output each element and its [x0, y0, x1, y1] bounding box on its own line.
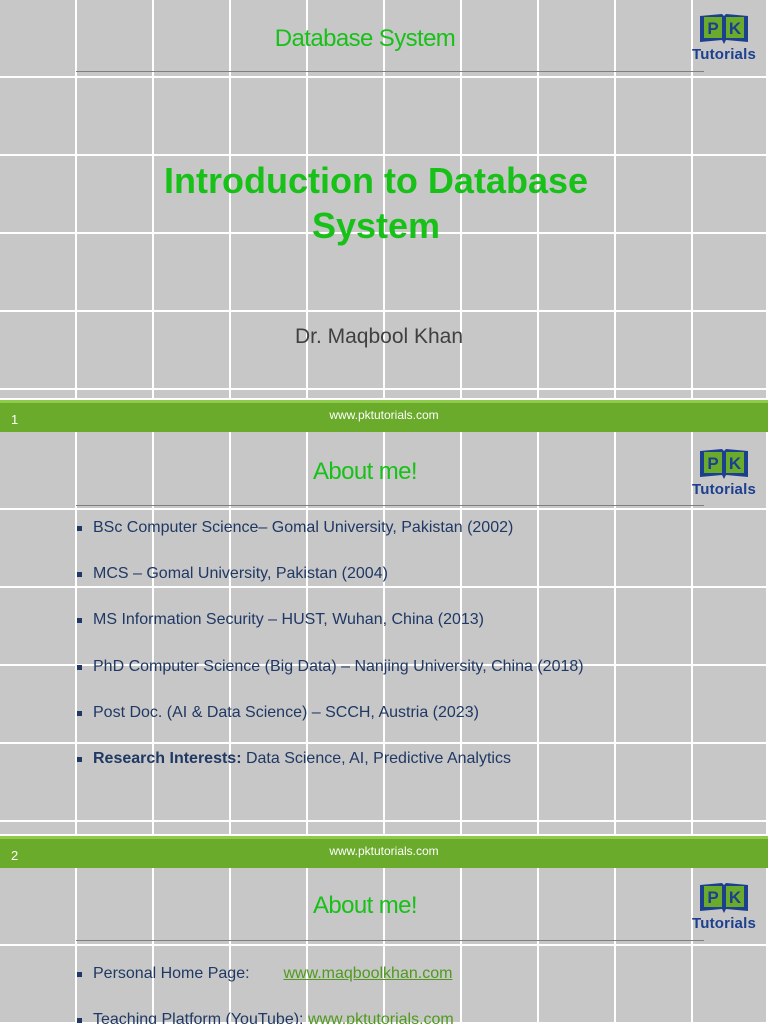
list-item-research-interests: Research Interests: Data Science, AI, Pr…	[76, 750, 584, 796]
logo-text: Tutorials	[691, 46, 757, 63]
teaching-platform-link[interactable]: www.pktutorials.com	[308, 1011, 454, 1024]
footer-url: www.pktutorials.com	[329, 844, 439, 858]
open-book-icon: P K	[700, 883, 748, 913]
list-item: PhD Computer Science (Big Data) – Nanjin…	[76, 658, 584, 704]
home-page-link[interactable]: www.maqboolkhan.com	[283, 965, 452, 982]
svg-text:K: K	[729, 888, 742, 907]
slide-footer: 1 www.pktutorials.com	[0, 400, 768, 432]
square-bullet-icon	[77, 972, 82, 977]
presentation-title: Introduction to Database System	[0, 158, 752, 248]
logo-text: Tutorials	[691, 915, 757, 932]
home-page-label: Personal Home Page:	[93, 965, 250, 982]
qualifications-list: BSc Computer Science– Gomal University, …	[76, 519, 584, 796]
square-bullet-icon	[77, 664, 82, 670]
list-item-teaching-platform: Teaching Platform (YouTube): www.pktutor…	[76, 1011, 454, 1024]
header-divider	[76, 71, 704, 72]
slide-header: Database System	[274, 25, 456, 52]
list-item: BSc Computer Science– Gomal University, …	[76, 519, 584, 565]
slide-footer: 2 www.pktutorials.com	[0, 836, 768, 868]
open-book-icon: P K	[700, 14, 748, 44]
square-bullet-icon	[77, 618, 82, 624]
research-interests-label: Research Interests:	[93, 749, 242, 767]
title-line-1: Introduction to Database	[163, 160, 589, 201]
research-interests-value: Data Science, AI, Predictive Analytics	[241, 749, 511, 767]
header-divider	[76, 940, 704, 941]
svg-text:P: P	[707, 454, 718, 473]
svg-text:K: K	[729, 19, 742, 38]
document-page: Database System P K Tutorials Introducti…	[0, 0, 768, 1024]
square-bullet-icon	[77, 710, 82, 716]
author-name: Dr. Maqbool Khan	[294, 325, 464, 348]
pk-tutorials-logo: P K Tutorials	[684, 881, 764, 937]
pk-tutorials-logo: P K Tutorials	[684, 12, 764, 68]
square-bullet-icon	[77, 572, 82, 578]
logo-text: Tutorials	[691, 481, 757, 498]
list-item-home-page: Personal Home Page: www.maqboolkhan.com	[76, 965, 454, 1011]
teaching-platform-label: Teaching Platform (YouTube):	[93, 1011, 304, 1024]
square-bullet-icon	[77, 526, 82, 531]
svg-text:K: K	[729, 454, 742, 473]
header-divider	[76, 505, 704, 506]
footer-url: www.pktutorials.com	[329, 408, 439, 422]
square-bullet-icon	[77, 1018, 82, 1023]
links-list: Personal Home Page: www.maqboolkhan.com …	[76, 965, 454, 1024]
open-book-icon: P K	[700, 449, 748, 479]
svg-text:P: P	[707, 19, 718, 38]
title-line-2: System	[311, 205, 441, 246]
slide-header: About me!	[313, 892, 418, 919]
slide-header: About me!	[313, 458, 418, 485]
slide-1: Database System P K Tutorials Introducti…	[0, 0, 768, 400]
list-item: Post Doc. (AI & Data Science) – SCCH, Au…	[76, 704, 584, 750]
svg-text:P: P	[707, 888, 718, 907]
pk-tutorials-logo: P K Tutorials	[684, 447, 764, 503]
list-item: MCS – Gomal University, Pakistan (2004)	[76, 565, 584, 611]
square-bullet-icon	[77, 756, 82, 762]
list-item: MS Information Security – HUST, Wuhan, C…	[76, 611, 584, 657]
